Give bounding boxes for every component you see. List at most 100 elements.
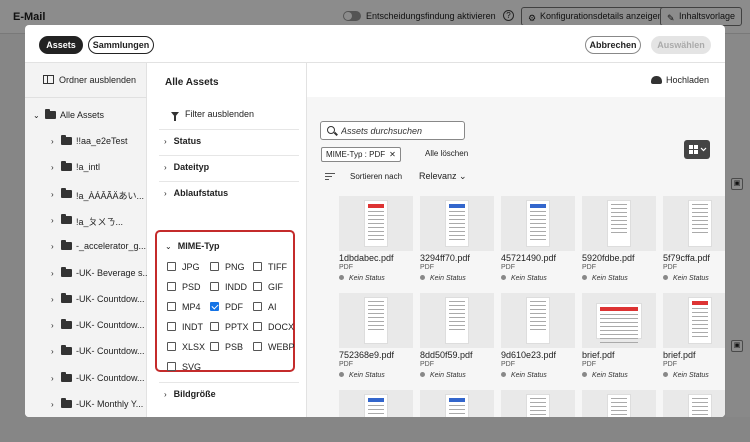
asset-thumbnail[interactable]	[663, 293, 725, 348]
asset-thumbnail[interactable]	[663, 196, 725, 251]
folder-icon	[61, 213, 72, 224]
checkbox[interactable]	[253, 322, 262, 331]
checkbox[interactable]	[253, 342, 262, 351]
asset-thumbnail[interactable]	[420, 196, 494, 251]
asset-type: PDF	[582, 264, 596, 271]
checkbox[interactable]	[167, 262, 176, 271]
checkbox[interactable]	[253, 282, 262, 291]
mime-option-ai[interactable]: AI	[253, 302, 277, 312]
asset-status-label: Kein Status	[673, 372, 709, 379]
checkbox[interactable]	[253, 302, 262, 311]
hide-folders-button[interactable]: Ordner ausblenden	[43, 75, 136, 85]
mime-option-webp[interactable]: WEBP	[253, 342, 295, 352]
asset-thumbnail[interactable]	[339, 293, 413, 348]
mime-option-gif[interactable]: GIF	[253, 282, 283, 292]
facet-file-type[interactable]: › Dateityp	[164, 162, 209, 172]
search-field[interactable]	[320, 121, 465, 140]
checkbox-label: PNG	[225, 262, 245, 272]
mime-option-indd[interactable]: INDD	[210, 282, 247, 292]
mime-option-tiff[interactable]: TIFF	[253, 262, 287, 272]
asset-thumbnail[interactable]	[582, 293, 656, 348]
checkbox[interactable]	[210, 282, 219, 291]
mime-option-pdf[interactable]: PDF	[210, 302, 243, 312]
checkbox[interactable]	[167, 322, 176, 331]
asset-thumbnail[interactable]	[420, 390, 494, 417]
sidebar-folder-item[interactable]: › !a_ㄆㄨㄋ...	[25, 209, 147, 233]
mime-option-docx[interactable]: DOCX	[253, 322, 294, 332]
hide-filter-button[interactable]: Filter ausblenden	[171, 109, 254, 121]
mime-option-indt[interactable]: INDT	[167, 322, 203, 332]
sidebar-folder-item[interactable]: › -UK- Countdow...	[25, 340, 147, 364]
asset-thumbnail[interactable]	[582, 390, 656, 417]
mime-option-psd[interactable]: PSD	[167, 282, 201, 292]
view-toggle-button[interactable]	[684, 140, 710, 159]
checkbox[interactable]	[210, 302, 219, 311]
asset-type: PDF	[420, 264, 434, 271]
chevron-right-icon: ›	[164, 189, 167, 198]
close-icon[interactable]: ✕	[389, 150, 396, 159]
asset-name: 5920fdbe.pdf	[582, 253, 635, 263]
asset-thumbnail[interactable]	[339, 196, 413, 251]
facet-expiry-status[interactable]: › Ablaufstatus	[164, 188, 228, 198]
chevron-right-icon: ›	[51, 137, 54, 146]
folder-icon	[61, 398, 72, 408]
sidebar-folder-item[interactable]: › -UK- Monthly Y...	[25, 393, 147, 417]
mime-option-psb[interactable]: PSB	[210, 342, 243, 352]
divider	[159, 181, 299, 182]
asset-thumbnail[interactable]	[582, 196, 656, 251]
mime-option-mp4[interactable]: MP4	[167, 302, 201, 312]
select-button[interactable]: Auswählen	[651, 36, 711, 54]
search-input[interactable]	[341, 124, 461, 137]
mime-option-png[interactable]: PNG	[210, 262, 245, 272]
chevron-down-icon: ⌄	[33, 111, 40, 120]
cancel-button[interactable]: Abbrechen	[585, 36, 641, 54]
sidebar-folder-item[interactable]: › -_accelerator_g...	[25, 235, 147, 259]
asset-type: PDF	[663, 361, 677, 368]
mime-option-pptx[interactable]: PPTX	[210, 322, 249, 332]
checkbox[interactable]	[210, 322, 219, 331]
asset-thumbnail[interactable]	[501, 293, 575, 348]
sidebar-folder-item[interactable]: › -UK- Countdow...	[25, 367, 147, 391]
checkbox[interactable]	[167, 302, 176, 311]
mime-type-header[interactable]: ⌄ MIME-Typ	[165, 241, 220, 251]
asset-status: Kein Status	[339, 372, 385, 379]
asset-thumbnail[interactable]	[420, 293, 494, 348]
tab-collections[interactable]: Sammlungen	[88, 36, 154, 54]
checkbox[interactable]	[210, 262, 219, 271]
chevron-right-icon: ›	[51, 347, 54, 357]
mime-option-xlsx[interactable]: XLSX	[167, 342, 205, 352]
document-preview	[688, 200, 712, 247]
checkbox[interactable]	[253, 262, 262, 271]
asset-thumbnail[interactable]	[663, 390, 725, 417]
asset-thumbnail[interactable]	[501, 390, 575, 417]
checkbox[interactable]	[167, 282, 176, 291]
sidebar-folder-item[interactable]: › !!aa_e2eTest	[25, 130, 147, 154]
facet-status[interactable]: › Status	[164, 136, 201, 146]
checkbox[interactable]	[167, 362, 176, 371]
clear-all-button[interactable]: Alle löschen	[425, 149, 468, 158]
active-filter-chip[interactable]: MIME-Typ : PDF ✕	[321, 147, 401, 162]
asset-status-label: Kein Status	[349, 372, 385, 379]
facet-image-size[interactable]: › Bildgröße	[164, 389, 216, 399]
sidebar-folder-item[interactable]: › !a_intl	[25, 156, 147, 180]
folder-label: -UK- Countdow...	[76, 320, 145, 331]
sidebar-folder-item[interactable]: › -UK- Countdow...	[25, 314, 147, 338]
sidebar-folder-item[interactable]: › -UK- Countdow...	[25, 288, 147, 312]
asset-thumbnail[interactable]	[339, 390, 413, 417]
upload-button[interactable]: Hochladen	[651, 75, 709, 85]
sort-dropdown[interactable]: Relevanz ⌄	[419, 171, 467, 182]
tab-assets[interactable]: Assets	[39, 36, 83, 54]
asset-name: 3294ff70.pdf	[420, 253, 470, 263]
folder-root[interactable]: ⌄ Alle Assets	[25, 104, 147, 128]
chevron-down-icon: ⌄	[459, 171, 467, 181]
checkbox[interactable]	[210, 342, 219, 351]
checkbox[interactable]	[167, 342, 176, 351]
document-preview	[364, 394, 388, 417]
mime-option-svg[interactable]: SVG	[167, 362, 201, 372]
mime-option-jpg[interactable]: JPG	[167, 262, 200, 272]
asset-type: PDF	[339, 361, 353, 368]
asset-thumbnail[interactable]	[501, 196, 575, 251]
filter-panel: Alle Assets Filter ausblenden › Status › D…	[147, 63, 307, 417]
sidebar-folder-item[interactable]: › -UK- Beverage s...	[25, 262, 147, 286]
sidebar-folder-item[interactable]: › !a_ÀÁÂÃÄあい...	[25, 183, 147, 207]
